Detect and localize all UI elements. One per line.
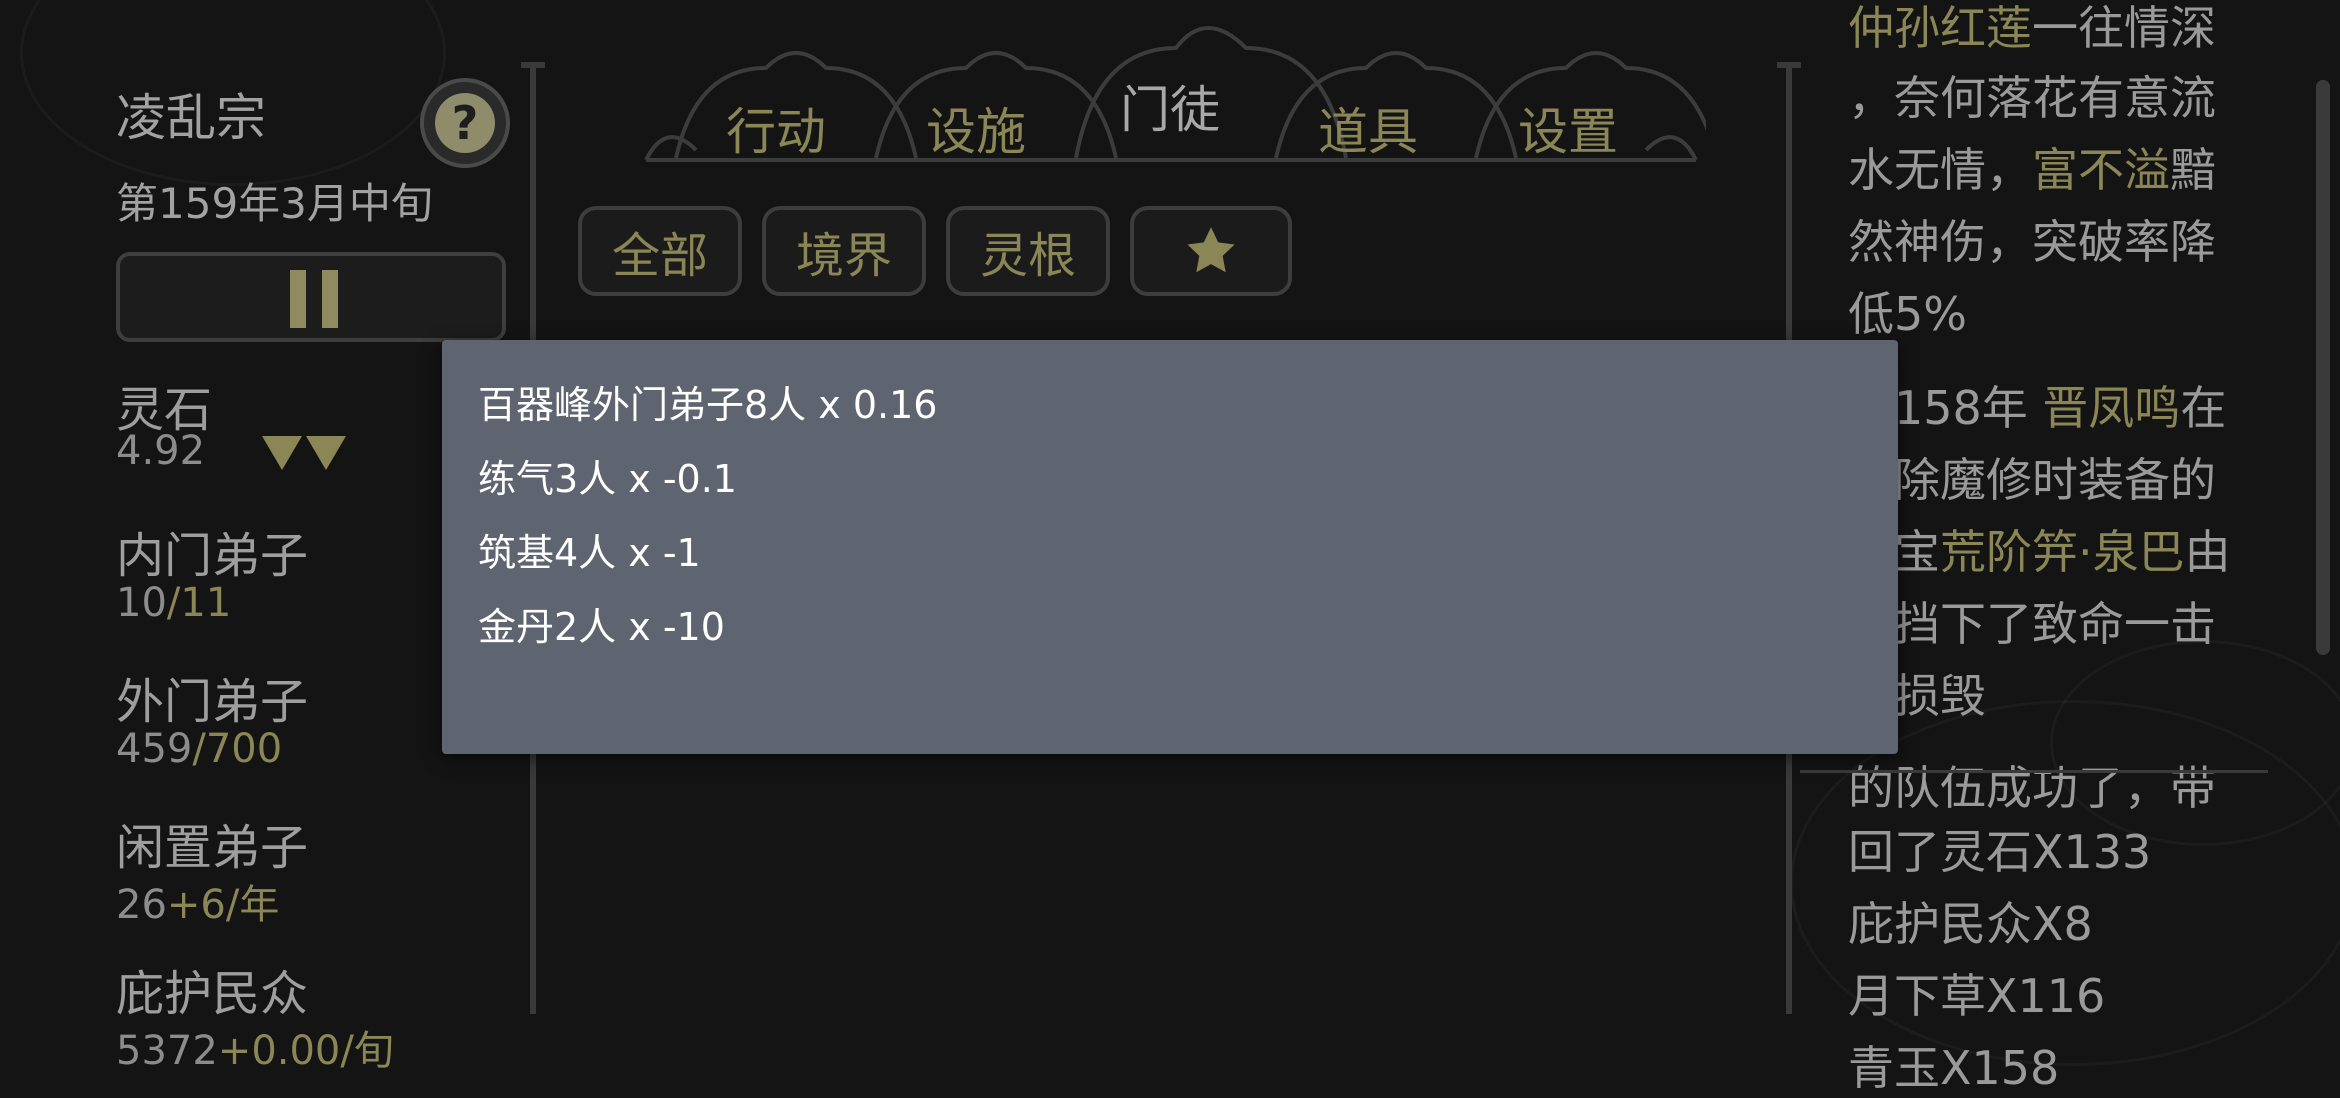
inner-disciples-value: 10/11 bbox=[116, 580, 232, 626]
idle-disciples-label: 闲置弟子 bbox=[116, 820, 309, 876]
popup-line: 金丹2人 x -10 bbox=[478, 605, 725, 649]
tab-settings[interactable]: 设置 bbox=[1508, 92, 1628, 164]
log-line: 低5% bbox=[1848, 287, 1967, 341]
log-line: 的队伍成功了，带 bbox=[1848, 761, 2216, 815]
game-date: 第159年3月中旬 bbox=[116, 179, 433, 228]
tab-action[interactable]: 行动 bbox=[716, 92, 836, 164]
question-icon: ? bbox=[435, 93, 495, 153]
spirit-stone-value: 4.92 bbox=[116, 428, 206, 474]
tab-disciples[interactable]: 门徒 bbox=[1110, 70, 1230, 142]
log-line: 剿除魔修时装备的 bbox=[1848, 453, 2216, 507]
pause-button[interactable] bbox=[116, 252, 506, 342]
pause-icon bbox=[322, 270, 338, 328]
log-line: ，奈何落花有意流 bbox=[1848, 71, 2216, 125]
popup-line: 筑基4人 x -1 bbox=[478, 531, 701, 575]
help-button[interactable]: ? bbox=[420, 78, 510, 168]
log-line: 第158年 晋凤鸣在 bbox=[1848, 381, 2227, 435]
sect-name: 凌乱宗 bbox=[116, 89, 266, 147]
outer-disciples-value: 459/700 bbox=[116, 726, 283, 772]
filter-favorite-button[interactable] bbox=[1130, 206, 1292, 296]
filter-realm-button[interactable]: 境界 bbox=[762, 206, 926, 296]
log-line: 月下草X116 bbox=[1848, 969, 2106, 1023]
log-line: 青玉X158 bbox=[1848, 1041, 2060, 1095]
left-divider-cap bbox=[521, 62, 545, 68]
filter-all-button[interactable]: 全部 bbox=[578, 206, 742, 296]
pause-icon bbox=[290, 270, 306, 328]
log-line: 水无情，富不溢黯 bbox=[1848, 143, 2216, 197]
star-icon bbox=[1187, 227, 1235, 273]
decline-icon bbox=[306, 436, 346, 470]
tab-facilities[interactable]: 设施 bbox=[916, 92, 1036, 164]
protected-people-label: 庇护民众 bbox=[116, 966, 309, 1022]
log-line: 法宝荒阶笄·泉巴由 bbox=[1848, 525, 2231, 579]
popup-line: 练气3人 x -0.1 bbox=[478, 457, 737, 501]
cost-breakdown-popup: 百器峰外门弟子8人 x 0.16 练气3人 x -0.1 筑基4人 x -1 金… bbox=[442, 340, 1898, 754]
right-divider-cap bbox=[1777, 62, 1801, 68]
inner-disciples-label: 内门弟子 bbox=[116, 528, 309, 584]
idle-disciples-value: 26+6/年 bbox=[116, 882, 280, 928]
log-line: 回了灵石X133 bbox=[1848, 825, 2152, 879]
outer-disciples-label: 外门弟子 bbox=[116, 674, 309, 730]
decline-icon bbox=[262, 436, 302, 470]
filter-spirit-root-button[interactable]: 灵根 bbox=[946, 206, 1110, 296]
tab-items[interactable]: 道具 bbox=[1308, 92, 1428, 164]
log-line: 于挡下了致命一击 bbox=[1848, 597, 2216, 651]
popup-line: 百器峰外门弟子8人 x 0.16 bbox=[478, 383, 938, 427]
protected-people-value: 5372+0.00/旬 bbox=[116, 1028, 394, 1074]
log-scrollbar[interactable] bbox=[2316, 80, 2330, 655]
log-line: 庇护民众X8 bbox=[1848, 897, 2093, 951]
log-separator bbox=[1800, 770, 2268, 773]
log-line: 然神伤，突破率降 bbox=[1848, 215, 2216, 269]
log-line: 仲孙红莲一往情深 bbox=[1848, 1, 2216, 55]
